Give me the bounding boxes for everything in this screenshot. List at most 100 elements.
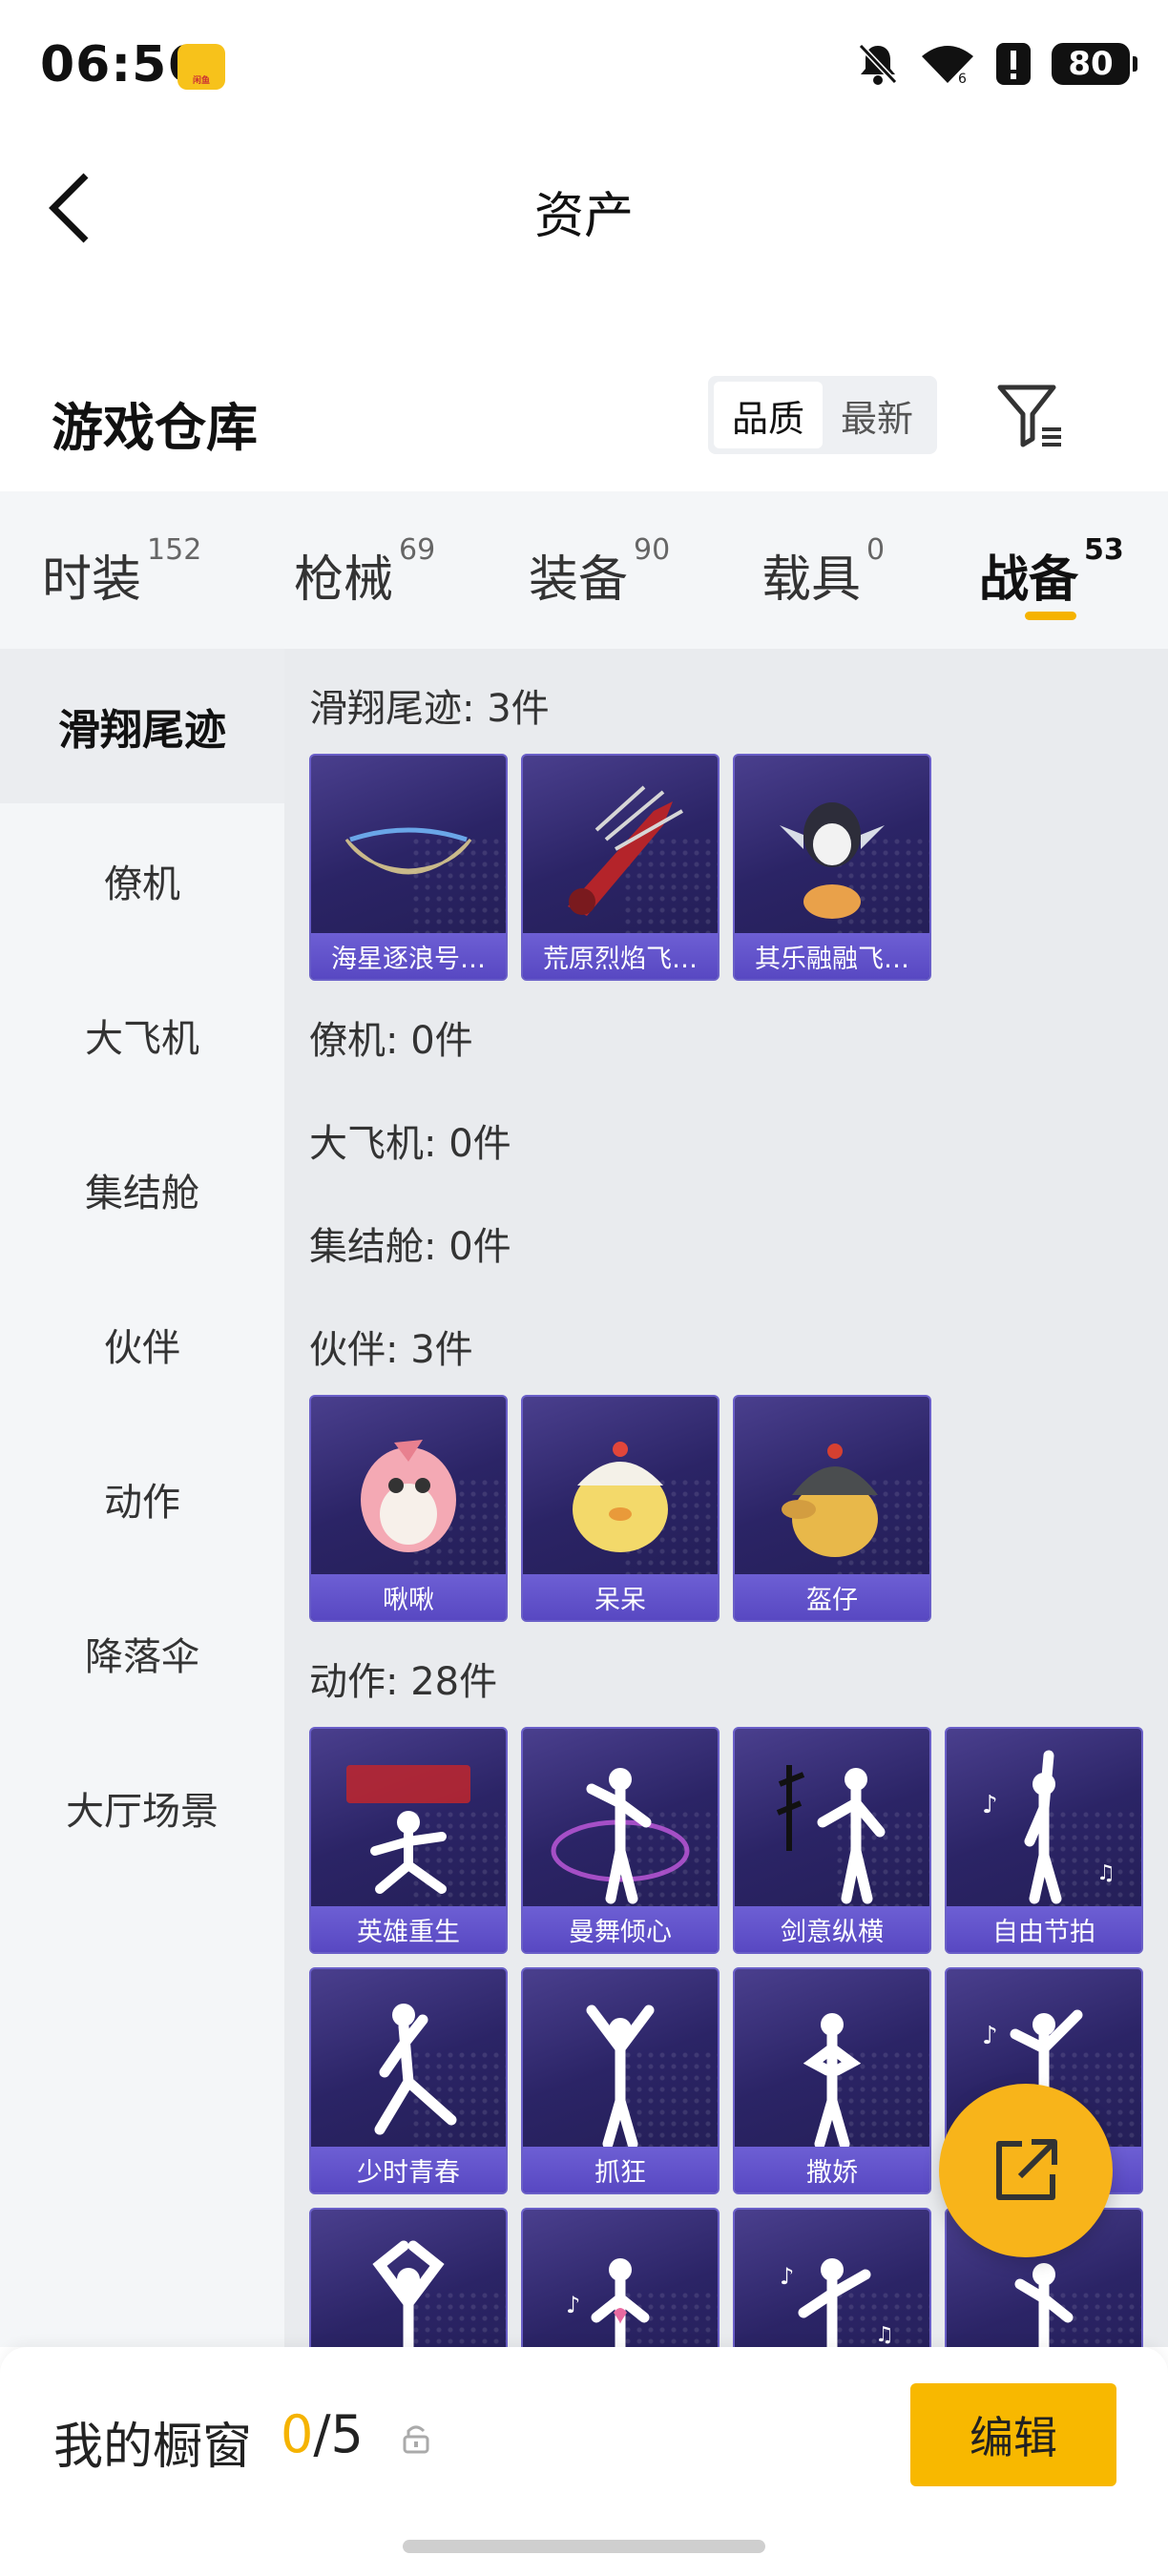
svg-text:♪: ♪	[982, 1791, 998, 1819]
tab-count: 90	[634, 533, 671, 567]
item-name: 自由节拍	[947, 1906, 1141, 1952]
mute-bell-icon	[858, 43, 898, 85]
youth-pose-icon	[311, 1986, 506, 2149]
svg-text:♪: ♪	[566, 2292, 580, 2318]
item-card[interactable]: 英雄重生	[309, 1727, 508, 1954]
alert-icon	[996, 43, 1031, 85]
item-name: 少时青春	[311, 2147, 506, 2192]
showcase-label: 我的橱窗	[53, 2419, 253, 2476]
lock-icon	[403, 2425, 429, 2454]
sidebar-item-companion[interactable]: 伙伴	[0, 1267, 284, 1422]
tab-label: 装备	[529, 551, 629, 609]
status-icons: 6 80	[857, 42, 1137, 86]
item-card[interactable]	[309, 2208, 508, 2347]
sidebar-item-glide-trail[interactable]: 滑翔尾迹	[0, 649, 284, 803]
sidebar-item-wingman[interactable]: 僚机	[0, 803, 284, 958]
sidebar-item-emote[interactable]: 动作	[0, 1422, 284, 1576]
status-bar: 06:56 闲鱼 6 80	[0, 0, 1168, 134]
tab-count: 53	[1084, 533, 1124, 567]
pink-bird-icon	[311, 1414, 506, 1576]
battery-icon: 80	[1052, 43, 1137, 85]
item-card[interactable]: 荒原烈焰飞…	[521, 754, 720, 981]
showcase-total: /5	[313, 2404, 364, 2464]
item-card[interactable]: ♪ ♫	[733, 2208, 931, 2347]
filter-icon[interactable]	[996, 382, 1065, 450]
tab-vehicles[interactable]: 载具0	[761, 533, 885, 611]
section-title: 大飞机: 0件	[309, 1122, 511, 1166]
item-card[interactable]: 其乐融融飞…	[733, 754, 931, 981]
love-pose-icon: ♪	[523, 2227, 718, 2347]
tab-guns[interactable]: 枪械69	[294, 533, 435, 611]
item-name: 英雄重生	[311, 1906, 506, 1952]
sort-quality-button[interactable]: 品质	[714, 382, 823, 448]
dance-pose-icon	[523, 1746, 718, 1908]
tab-count: 0	[866, 533, 886, 567]
showcase-bar: 我的橱窗 0/5 编辑	[0, 2347, 1168, 2576]
sidebar-item-lobby-scene[interactable]: 大厅场景	[0, 1731, 284, 1885]
item-card[interactable]: 曼舞倾心	[521, 1727, 720, 1954]
item-card[interactable]: 少时青春	[309, 1967, 508, 2194]
chick-icon	[523, 1414, 718, 1576]
item-card[interactable]: 海星逐浪号…	[309, 754, 508, 981]
svg-text:6: 6	[958, 72, 967, 85]
item-card[interactable]: 剑意纵横	[733, 1727, 931, 1954]
item-card[interactable]: ♪	[521, 2208, 720, 2347]
app-badge-icon: 闲鱼	[177, 44, 225, 90]
free-beat-pose-icon: ♪ ♫	[947, 1746, 1141, 1908]
boat-icon	[311, 773, 506, 935]
item-name: 撒娇	[735, 2147, 929, 2192]
item-card[interactable]: 啾啾	[309, 1395, 508, 1622]
svg-text:♫: ♫	[1096, 1861, 1116, 1885]
sword-pose-icon	[735, 1746, 929, 1908]
section-title: 动作: 28件	[309, 1660, 498, 1704]
cute-pose-icon	[735, 1986, 929, 2149]
showcase-count: 0/5	[281, 2404, 364, 2464]
warehouse-title: 游戏仓库	[52, 398, 258, 458]
app-badge-text: 闲鱼	[192, 76, 210, 86]
item-name: 海星逐浪号…	[311, 933, 506, 979]
share-button[interactable]	[939, 2084, 1113, 2257]
category-tabs: 时装152 枪械69 装备90 载具0 战备53	[0, 491, 1168, 649]
item-card[interactable]: 呆呆	[521, 1395, 720, 1622]
tab-count: 152	[147, 533, 202, 567]
item-card[interactable]: 盔仔	[733, 1395, 931, 1622]
tab-label: 战备	[979, 551, 1079, 609]
sort-toggle: 品质 最新	[708, 376, 937, 454]
home-indicator[interactable]	[403, 2540, 765, 2553]
item-card[interactable]: ♪ ♫ 自由节拍	[945, 1727, 1143, 1954]
item-name: 荒原烈焰飞…	[523, 933, 718, 979]
tab-label: 时装	[42, 551, 142, 609]
flame-glider-icon	[523, 773, 718, 935]
item-card[interactable]: 抓狂	[521, 1967, 720, 2194]
section-title: 集结舱: 0件	[309, 1225, 511, 1269]
svg-text:♫: ♫	[875, 2323, 894, 2347]
tab-equipment[interactable]: 装备90	[529, 533, 670, 611]
battery-level: 80	[1068, 45, 1114, 83]
tab-label: 枪械	[294, 551, 394, 609]
edit-button[interactable]: 编辑	[910, 2383, 1116, 2486]
hero-pose-icon	[311, 1746, 506, 1908]
warehouse-bar: 游戏仓库 品质 最新	[0, 353, 1168, 487]
share-icon	[996, 2139, 1057, 2200]
page-title: 资产	[533, 188, 634, 245]
sidebar-item-big-plane[interactable]: 大飞机	[0, 958, 284, 1112]
showcase-used: 0	[281, 2404, 314, 2464]
tab-count: 69	[399, 533, 436, 567]
section-title: 伙伴: 3件	[309, 1328, 473, 1372]
item-name: 啾啾	[311, 1574, 506, 1620]
sidebar-item-parachute[interactable]: 降落伞	[0, 1576, 284, 1731]
tab-battle-prep[interactable]: 战备53	[979, 533, 1124, 611]
music-pose-icon: ♪ ♫	[735, 2227, 929, 2347]
item-card[interactable]: 撒娇	[733, 1967, 931, 2194]
item-name: 盔仔	[735, 1574, 929, 1620]
sort-latest-button[interactable]: 最新	[823, 382, 931, 448]
helmet-chick-icon	[735, 1414, 929, 1576]
sidebar-item-assembly-pod[interactable]: 集结舱	[0, 1112, 284, 1267]
wifi-icon: 6	[922, 46, 973, 85]
tab-fashion[interactable]: 时装152	[42, 533, 201, 611]
item-name: 呆呆	[523, 1574, 718, 1620]
item-name: 其乐融融飞…	[735, 933, 929, 979]
item-name: 曼舞倾心	[523, 1906, 718, 1952]
penguin-glider-icon	[735, 773, 929, 935]
item-name: 剑意纵横	[735, 1906, 929, 1952]
